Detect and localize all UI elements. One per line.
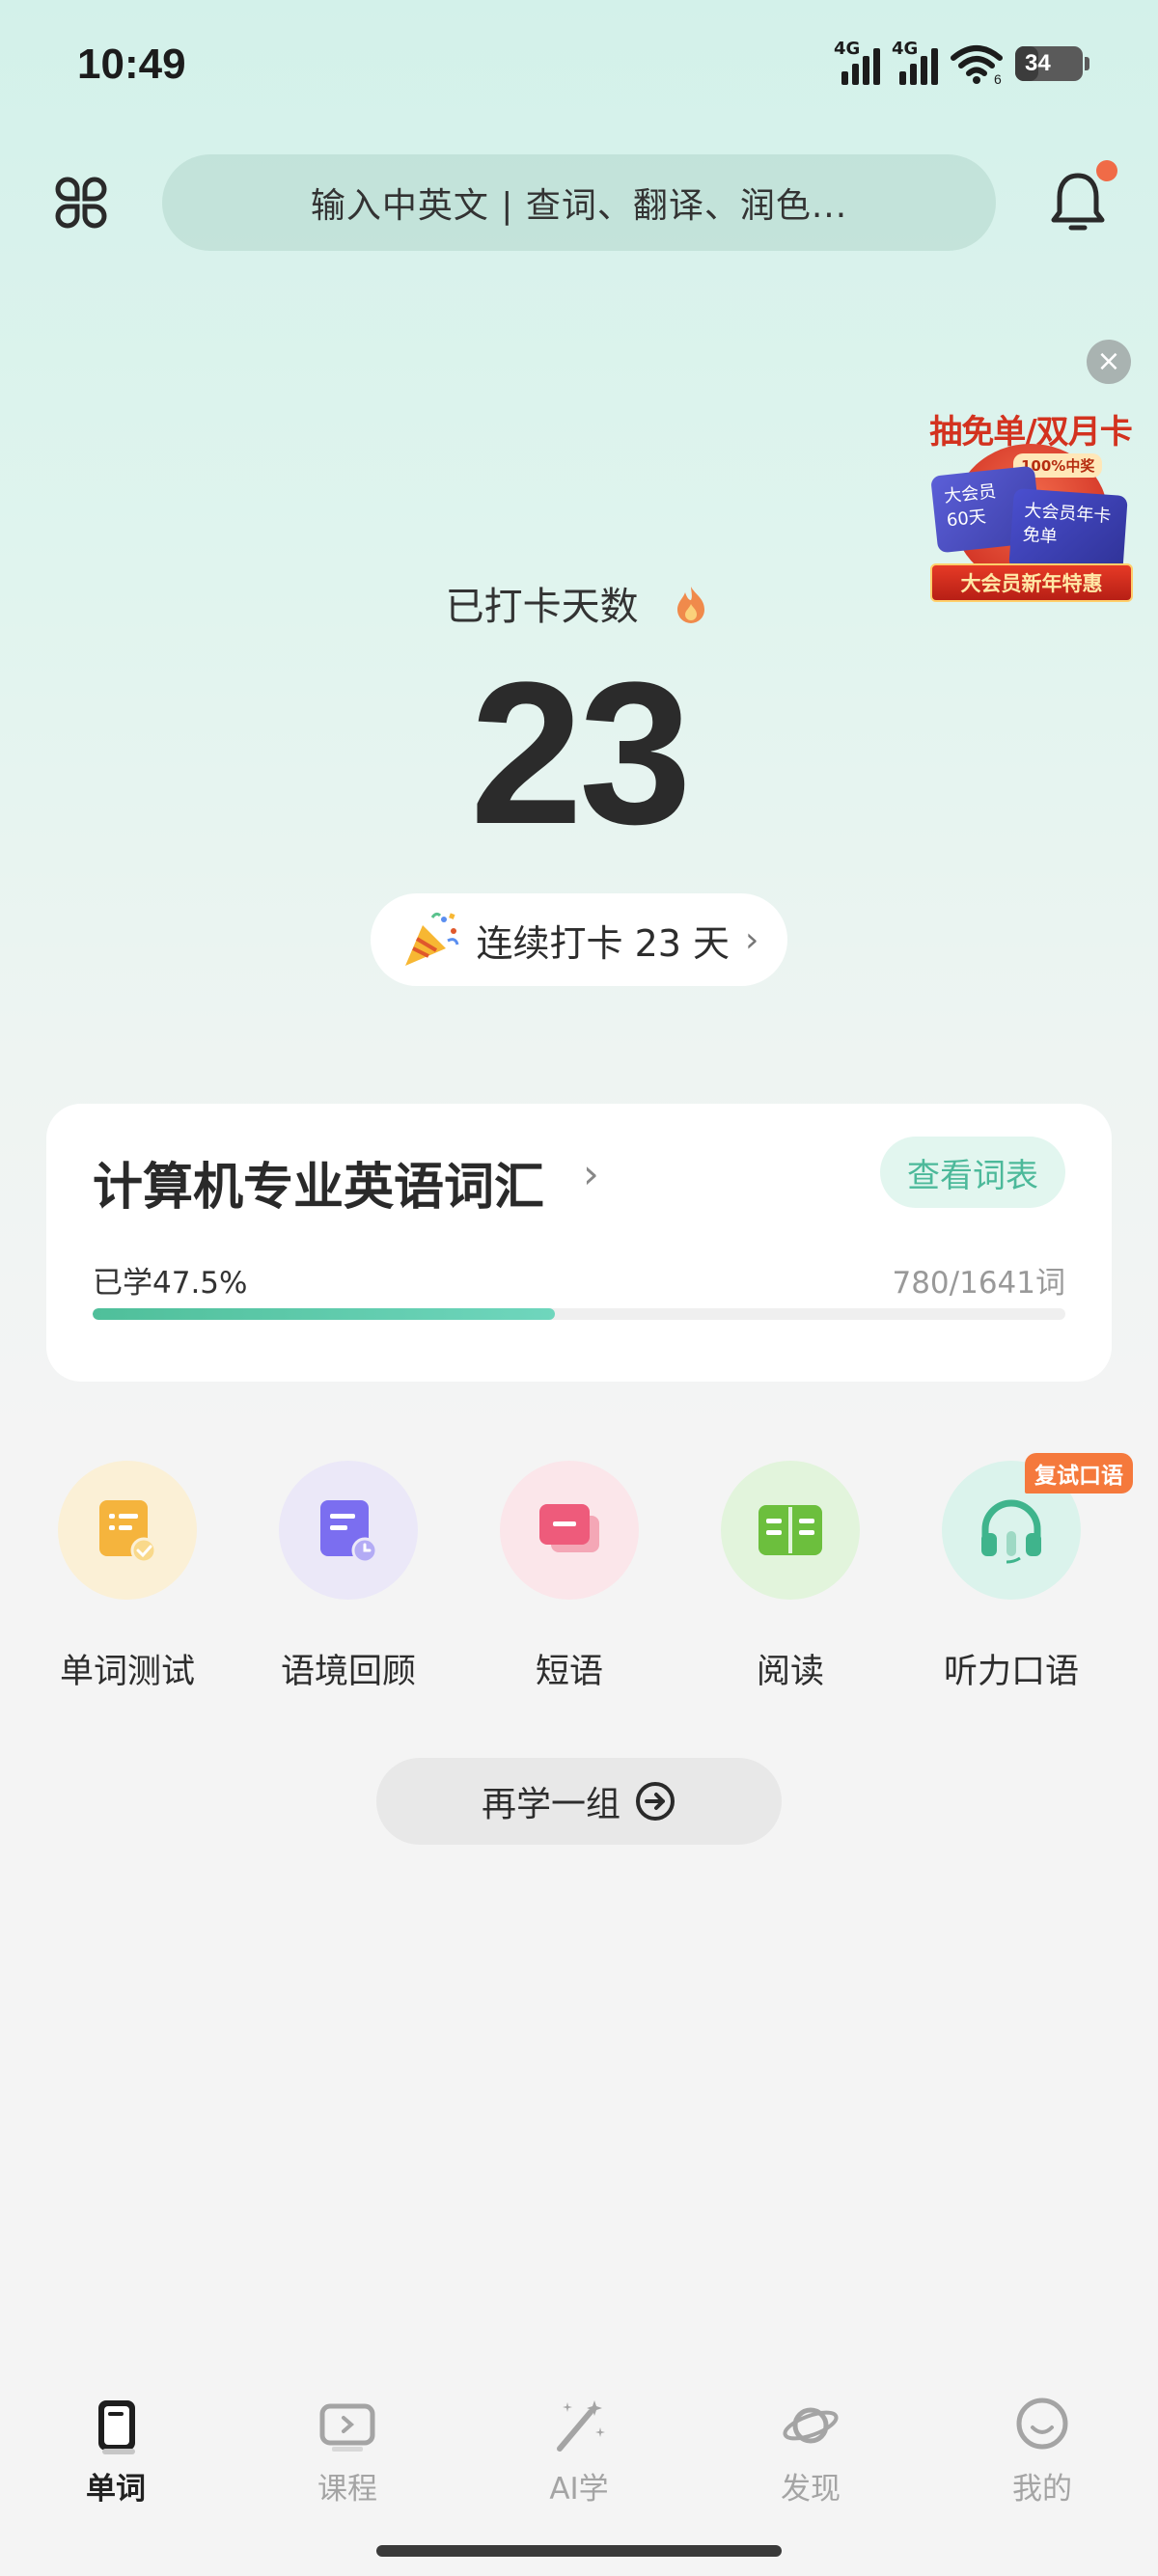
promo-close-button[interactable]: × (1087, 340, 1131, 384)
tab-words[interactable]: 单词 (39, 2395, 193, 2510)
search-input[interactable]: 输入中英文 | 查词、翻译、润色... (162, 154, 996, 251)
tab-me[interactable]: 我的 (965, 2395, 1119, 2510)
feature-tag: 复试口语 (1025, 1453, 1133, 1494)
bottom-tab-bar: 单词 课程 AI学 发现 我的 (0, 2373, 1158, 2518)
fire-icon (677, 587, 705, 623)
feature-label: 听力口语 (943, 1653, 1079, 1691)
phrase-chat-icon (539, 1504, 599, 1552)
checkin-section-label: 已打卡天数 (0, 575, 1158, 631)
feature-label: 语境回顾 (280, 1653, 416, 1691)
feature-phrase[interactable]: 短语 (463, 1461, 676, 1702)
wordbook-title[interactable]: 计算机专业英语词汇 (93, 1146, 544, 1219)
search-placeholder: 输入中英文 | 查词、翻译、润色... (310, 186, 848, 226)
feature-word-test[interactable]: 单词测试 (21, 1461, 234, 1702)
feature-label: 阅读 (756, 1653, 824, 1691)
chevron-right-icon[interactable]: › (583, 1150, 599, 1197)
headphones-icon (981, 1499, 1041, 1564)
feature-icon-bg (58, 1461, 197, 1600)
planet-icon (783, 2407, 839, 2444)
open-book-icon (758, 1505, 822, 1555)
checkin-count: 23 (470, 640, 692, 866)
tab-label: 我的 (1012, 2472, 1072, 2507)
battery-percent: 34 (1025, 50, 1051, 76)
word-card-icon (98, 2400, 135, 2454)
cell-signal-icon: 4G (834, 39, 880, 85)
party-popper-icon (404, 912, 458, 966)
grid-apps-icon[interactable] (50, 172, 112, 233)
tab-courses[interactable]: 课程 (270, 2395, 425, 2510)
feature-icon-bg (500, 1461, 639, 1600)
status-icons: 4G 4G 6 34 (834, 39, 1089, 85)
cell-signal-icon: 4G (892, 39, 938, 85)
context-review-icon (320, 1500, 378, 1564)
study-another-group-button[interactable]: 再学一组 (376, 1758, 782, 1845)
status-bar: 10:49 4G 4G 6 34 (0, 0, 1158, 135)
battery-icon: 34 (1015, 46, 1089, 81)
feature-listening-speaking[interactable]: 复试口语 听力口语 (905, 1453, 1133, 1702)
view-wordlist-button[interactable]: 查看词表 (880, 1137, 1065, 1208)
feature-label: 短语 (535, 1653, 603, 1691)
feature-icon-bg (279, 1461, 418, 1600)
again-label: 再学一组 (481, 1785, 620, 1824)
tab-label: 发现 (781, 2472, 841, 2507)
tab-label: 课程 (317, 2472, 377, 2507)
wifi-sub-label: 6 (994, 71, 1002, 85)
feature-reading[interactable]: 阅读 (684, 1461, 896, 1702)
smile-face-icon (1016, 2398, 1068, 2450)
streak-button[interactable]: 连续打卡 23 天 › (371, 893, 787, 986)
wordbook-card: 计算机专业英语词汇 › 查看词表 已学47.5% 780/1641词 (46, 1104, 1112, 1382)
feature-label: 单词测试 (59, 1653, 195, 1691)
chevron-right-icon: › (745, 919, 759, 960)
home-indicator[interactable] (376, 2545, 782, 2557)
quiz-doc-icon (99, 1500, 157, 1564)
tab-label: 单词 (86, 2472, 146, 2507)
word-count: 780/1641词 (892, 1266, 1065, 1301)
progress-fill (93, 1308, 555, 1320)
arrow-circle-right-icon (636, 1782, 675, 1821)
checkin-label: 已打卡天数 (445, 585, 639, 629)
feature-grid: 单词测试 语境回顾 短语 阅读 复试口语 听力口语 (0, 1453, 1158, 1702)
tab-label: AI学 (549, 2472, 609, 2507)
progress-bar (93, 1308, 1065, 1320)
progress-label: 已学47.5% (93, 1266, 248, 1301)
network-type-label: 4G (892, 39, 919, 59)
feature-icon-bg (721, 1461, 860, 1600)
status-time: 10:49 (77, 41, 186, 88)
wifi-icon: 6 (951, 45, 1003, 85)
feature-context-review[interactable]: 语境回顾 (242, 1461, 455, 1702)
course-play-icon (319, 2403, 375, 2452)
tab-ai-learn[interactable]: AI学 (502, 2395, 656, 2510)
tab-discover[interactable]: 发现 (733, 2395, 888, 2510)
notification-dot (1096, 160, 1117, 181)
network-type-label: 4G (834, 39, 861, 59)
streak-text: 连续打卡 23 天 (476, 921, 731, 965)
bell-icon[interactable] (1048, 170, 1108, 237)
magic-wand-icon (557, 2400, 605, 2452)
